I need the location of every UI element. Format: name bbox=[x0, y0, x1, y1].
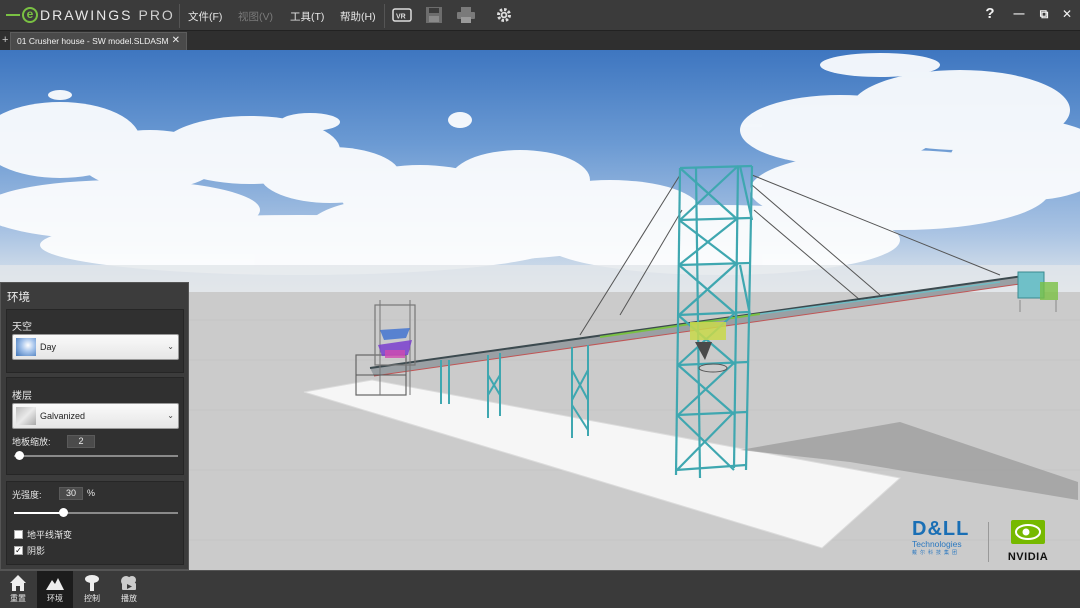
control-button[interactable]: 控制 bbox=[74, 571, 110, 608]
tab-close-icon[interactable]: ✕ bbox=[172, 35, 180, 46]
floor-label: 楼层 bbox=[12, 391, 32, 402]
tab-crusher-house[interactable]: 01 Crusher house - SW model.SLDASM ✕ bbox=[10, 32, 187, 50]
svg-text:VR: VR bbox=[396, 14, 406, 21]
sky-thumbnail-icon bbox=[16, 338, 36, 356]
toolbar-divider bbox=[384, 4, 385, 28]
edrawings-logo: e DRAWINGS PRO bbox=[6, 5, 175, 25]
floor-select[interactable]: Galvanized ⌄ bbox=[12, 403, 179, 429]
playback-button[interactable]: 播放 bbox=[111, 571, 147, 608]
menu-file[interactable]: 文件(F) bbox=[188, 9, 222, 24]
restore-button[interactable]: ⧉ bbox=[1034, 4, 1054, 24]
light-intensity-input[interactable]: 30 bbox=[59, 487, 83, 500]
mountain-icon bbox=[46, 578, 64, 590]
floor-scale-input[interactable]: 2 bbox=[67, 435, 95, 448]
shadow-label: 阴影 bbox=[27, 546, 46, 556]
floor-group: 楼层 Galvanized ⌄ 地板缩放: 2 bbox=[6, 377, 184, 475]
sky-label: 天空 bbox=[12, 322, 32, 333]
save-icon[interactable] bbox=[424, 6, 444, 24]
bottom-toolbar: 重置 环境 控制 播放 bbox=[0, 570, 1080, 608]
environment-panel: 环境 天空 Day ⌄ 楼层 Galvanized ⌄ 地板缩放: 2 光强度:… bbox=[0, 282, 189, 570]
light-intensity-label: 光强度: bbox=[12, 490, 42, 500]
horizon-gradient-checkbox[interactable] bbox=[14, 530, 23, 539]
menu-view[interactable]: 视图(V) bbox=[238, 9, 273, 24]
horizon-gradient-label: 地平线渐变 bbox=[27, 530, 73, 540]
help-button[interactable]: ? bbox=[980, 4, 1000, 24]
floor-scale-slider-handle[interactable] bbox=[15, 451, 24, 460]
home-icon bbox=[10, 575, 26, 591]
floor-scale-slider-track[interactable] bbox=[14, 455, 178, 457]
lighting-group: 光强度: 30 % 地平线渐变 ✓ 阴影 bbox=[6, 481, 184, 565]
toolbar-divider bbox=[179, 4, 180, 28]
brand-divider bbox=[988, 522, 989, 562]
tab-label: 01 Crusher house - SW model.SLDASM bbox=[17, 36, 169, 46]
floor-scale-label: 地板缩放: bbox=[12, 437, 51, 447]
shadow-checkbox[interactable]: ✓ bbox=[14, 546, 23, 555]
document-tab-bar: + 01 Crusher house - SW model.SLDASM ✕ bbox=[0, 31, 1080, 50]
panel-title: 环境 bbox=[7, 292, 30, 304]
chevron-down-icon: ⌄ bbox=[167, 342, 174, 351]
close-button[interactable]: ✕ bbox=[1057, 4, 1077, 24]
new-tab-icon[interactable]: + bbox=[2, 34, 10, 46]
camera-play-icon bbox=[121, 576, 136, 590]
percent-unit: % bbox=[87, 488, 96, 498]
nvidia-eye-icon bbox=[1011, 520, 1045, 544]
print-icon[interactable] bbox=[456, 6, 476, 24]
sky-group: 天空 Day ⌄ bbox=[6, 309, 184, 373]
light-slider-handle[interactable] bbox=[59, 508, 69, 517]
sky-select[interactable]: Day ⌄ bbox=[12, 334, 179, 360]
galvanized-thumbnail-icon bbox=[16, 407, 36, 425]
nvidia-logo: NVIDIA bbox=[998, 520, 1058, 563]
chevron-down-icon: ⌄ bbox=[167, 411, 174, 420]
light-slider-fill bbox=[14, 512, 64, 514]
reset-button[interactable]: 重置 bbox=[0, 571, 36, 608]
menu-help[interactable]: 帮助(H) bbox=[340, 9, 376, 24]
menu-tools[interactable]: 工具(T) bbox=[290, 9, 324, 24]
title-toolbar: e DRAWINGS PRO 文件(F) 视图(V) 工具(T) 帮助(H) VR… bbox=[0, 0, 1080, 31]
settings-gear-icon[interactable] bbox=[494, 6, 514, 24]
vr-icon[interactable]: VR bbox=[392, 6, 412, 24]
minimize-button[interactable]: — bbox=[1009, 4, 1029, 24]
joystick-icon bbox=[85, 575, 99, 591]
dell-technologies-logo: D&LL Technologies 戴尔科技集团 bbox=[912, 518, 970, 556]
environment-button[interactable]: 环境 bbox=[37, 571, 73, 608]
